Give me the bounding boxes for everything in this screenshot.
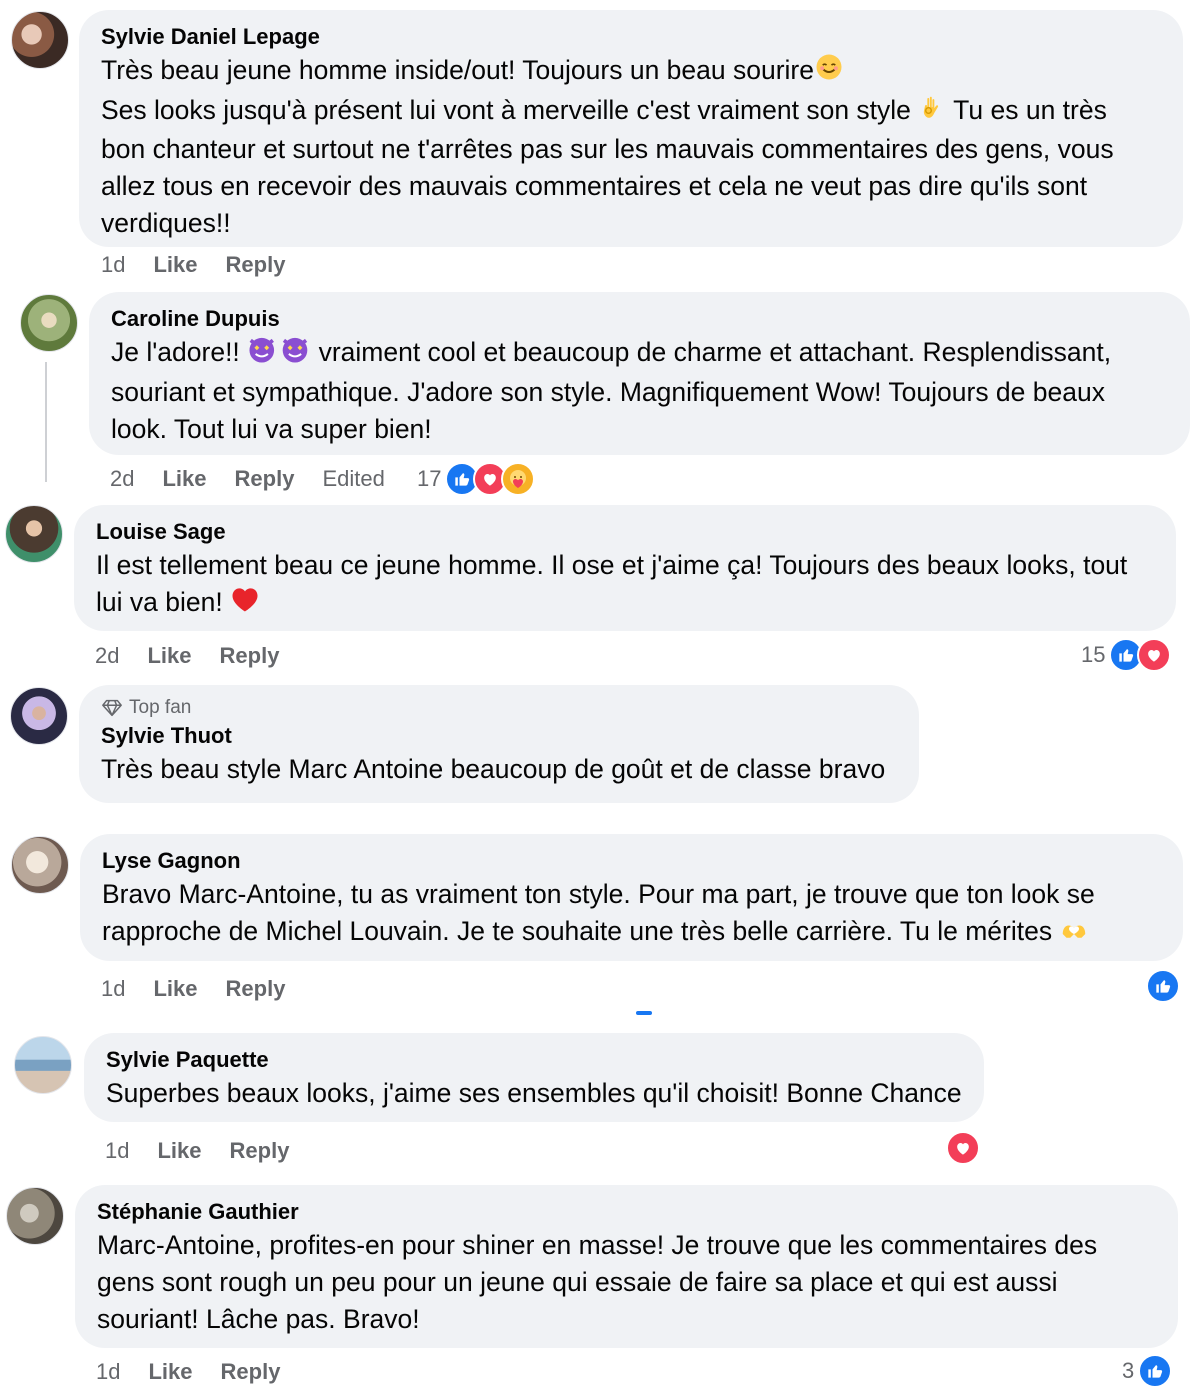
reply-button[interactable]: Reply xyxy=(220,643,280,669)
comment-time[interactable]: 1d xyxy=(101,252,125,278)
comment-bubble: Louise Sage Il est tellement beau ce jeu… xyxy=(74,505,1176,631)
reply-button[interactable]: Reply xyxy=(221,1359,281,1385)
comment-bubble: Sylvie Paquette Superbes beaux looks, j'… xyxy=(84,1033,984,1122)
like-button[interactable]: Like xyxy=(153,252,197,278)
comment-text: Bravo Marc-Antoine, tu as vraiment ton s… xyxy=(102,876,1161,952)
like-icon xyxy=(1138,1354,1173,1388)
comment-author[interactable]: Caroline Dupuis xyxy=(111,304,1168,334)
comment-line: Superbes beaux looks, j'aime ses ensembl… xyxy=(106,1078,962,1108)
like-button[interactable]: Like xyxy=(147,643,191,669)
comment-bubble: Top fan Sylvie Thuot Très beau style Mar… xyxy=(79,685,919,803)
avatar[interactable] xyxy=(11,836,69,894)
top-fan-label: Top fan xyxy=(129,697,192,718)
comment-line: Je l'adore!! xyxy=(111,337,240,367)
comment-actions: 1d Like Reply xyxy=(96,1356,280,1388)
comment-line: Marc-Antoine, profites-en pour shiner en… xyxy=(97,1230,1098,1260)
love-icon xyxy=(946,1131,980,1165)
comment-text: Très beau style Marc Antoine beaucoup de… xyxy=(101,751,897,788)
comment-author[interactable]: Sylvie Paquette xyxy=(106,1045,962,1075)
red-heart-icon xyxy=(230,585,260,623)
comment-time[interactable]: 2d xyxy=(110,466,134,492)
avatar[interactable] xyxy=(10,687,68,745)
loading-indicator xyxy=(636,1011,652,1015)
reply-button[interactable]: Reply xyxy=(230,1138,290,1164)
diamond-icon xyxy=(102,699,122,717)
comment-line: Ses looks jusqu'à présent lui vont à mer… xyxy=(101,95,911,125)
comment-time[interactable]: 1d xyxy=(105,1138,129,1164)
comment-actions: 1d Like Reply xyxy=(105,1135,289,1167)
like-button[interactable]: Like xyxy=(157,1138,201,1164)
comment-line: bon chanteur et surtout ne t'arrêtes pas… xyxy=(101,134,1114,164)
comment-text: Je l'adore!! vraiment cool et beaucoup d… xyxy=(111,334,1168,448)
reaction-summary[interactable]: 17 xyxy=(417,461,536,497)
comment-actions: 1d Like Reply xyxy=(101,973,285,1005)
smiling-face-icon xyxy=(814,52,844,92)
comment-actions: 2d Like Reply xyxy=(95,640,279,672)
avatar[interactable] xyxy=(6,1187,64,1245)
comment-text: Il est tellement beau ce jeune homme. Il… xyxy=(96,547,1154,623)
heart-hands-icon xyxy=(1059,915,1089,952)
comment-line: Il est tellement beau ce jeune homme. Il… xyxy=(96,550,1128,580)
avatar[interactable] xyxy=(11,11,69,69)
avatar[interactable] xyxy=(5,505,63,563)
comment-author[interactable]: Louise Sage xyxy=(96,517,1154,547)
comment-line: Très beau jeune homme inside/out! Toujou… xyxy=(101,55,814,85)
comment-time[interactable]: 1d xyxy=(96,1359,120,1385)
thread-line xyxy=(45,362,47,482)
comment-time[interactable]: 1d xyxy=(101,976,125,1002)
comment-bubble: Stéphanie Gauthier Marc-Antoine, profite… xyxy=(75,1185,1178,1348)
like-button[interactable]: Like xyxy=(148,1359,192,1385)
comment-time[interactable]: 2d xyxy=(95,643,119,669)
comment-line: souriant et sympathique. J'adore son sty… xyxy=(111,377,1105,407)
comment-text: Superbes beaux looks, j'aime ses ensembl… xyxy=(106,1075,962,1112)
comment-author[interactable]: Lyse Gagnon xyxy=(102,846,1161,876)
comment-line: verdiques!! xyxy=(101,208,231,238)
comment-line: Tu es un très xyxy=(953,95,1107,125)
comment-line: souriant! Lâche pas. Bravo! xyxy=(97,1304,420,1334)
reaction-count: 3 xyxy=(1122,1358,1135,1383)
edited-label[interactable]: Edited xyxy=(322,466,384,492)
top-fan-badge[interactable]: Top fan xyxy=(101,695,897,721)
star-struck-devil-icon xyxy=(247,334,311,374)
comment-actions: 2d Like Reply Edited xyxy=(110,463,385,495)
comment-line: vraiment cool et beaucoup de charme et a… xyxy=(318,337,1112,367)
reply-button[interactable]: Reply xyxy=(226,252,286,278)
ok-hand-icon xyxy=(918,93,946,131)
comment-text: Marc-Antoine, profites-en pour shiner en… xyxy=(97,1227,1156,1338)
care-icon xyxy=(501,462,536,496)
comment-actions: 1d Like Reply xyxy=(101,249,285,281)
comment-line: Très beau style Marc Antoine beaucoup de… xyxy=(101,754,886,784)
reaction-summary[interactable] xyxy=(1146,968,1180,1004)
comment-line: allez tous en recevoir des mauvais comme… xyxy=(101,171,1088,201)
love-icon xyxy=(1137,638,1172,672)
comment-line: rapproche de Michel Louvain. Je te souha… xyxy=(102,916,1053,946)
reaction-summary[interactable]: 15 xyxy=(1081,637,1172,673)
like-button[interactable]: Like xyxy=(153,976,197,1002)
reaction-summary[interactable] xyxy=(946,1130,980,1166)
reply-button[interactable]: Reply xyxy=(235,466,295,492)
comment-bubble: Sylvie Daniel Lepage Très beau jeune hom… xyxy=(79,10,1183,247)
comment-line: lui va bien! xyxy=(96,587,223,617)
comment-line: Bravo Marc-Antoine, tu as vraiment ton s… xyxy=(102,879,1095,909)
comment-line: look. Tout lui va super bien! xyxy=(111,414,432,444)
like-button[interactable]: Like xyxy=(162,466,206,492)
comment-author[interactable]: Sylvie Thuot xyxy=(101,721,897,751)
reaction-count: 17 xyxy=(417,466,442,491)
avatar[interactable] xyxy=(14,1036,72,1094)
reaction-summary[interactable]: 3 xyxy=(1122,1353,1173,1389)
avatar[interactable] xyxy=(20,294,78,352)
like-icon xyxy=(1146,969,1180,1003)
reaction-count: 15 xyxy=(1081,642,1106,667)
comment-author[interactable]: Sylvie Daniel Lepage xyxy=(101,22,1161,52)
reply-button[interactable]: Reply xyxy=(226,976,286,1002)
comment-line: gens sont rough un peu pour un jeune qui… xyxy=(97,1267,1058,1297)
comment-text: Très beau jeune homme inside/out! Toujou… xyxy=(101,52,1161,242)
comment-bubble: Caroline Dupuis Je l'adore!! vraiment co… xyxy=(89,292,1190,455)
comment-bubble: Lyse Gagnon Bravo Marc-Antoine, tu as vr… xyxy=(80,834,1183,961)
comment-author[interactable]: Stéphanie Gauthier xyxy=(97,1197,1156,1227)
